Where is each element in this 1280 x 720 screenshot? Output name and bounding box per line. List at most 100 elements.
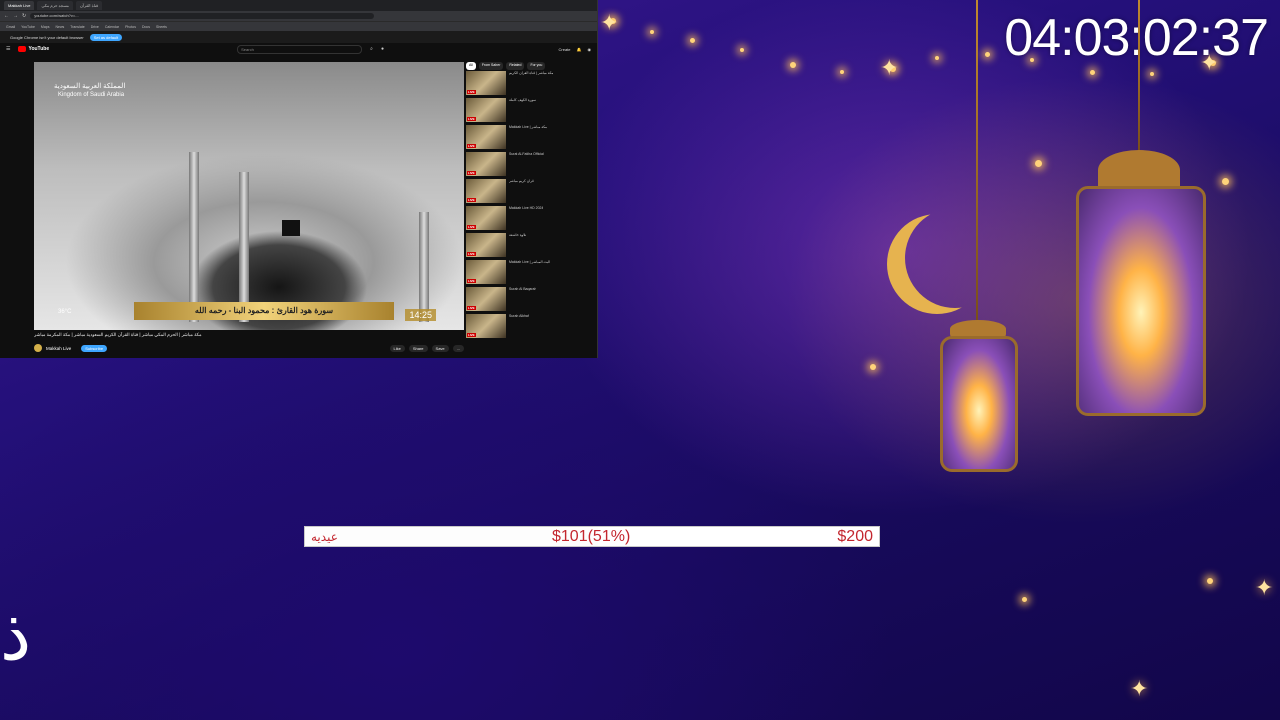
recitation-banner: سورة هود القارئ : محمود البنا - رحمه الل… (134, 302, 394, 320)
video-clock: 14:25 (405, 309, 436, 321)
bell-icon[interactable]: 🔔 (577, 47, 582, 52)
recommendation-item[interactable]: LIVE Makkah Live | مكة مباشر (466, 125, 594, 151)
channel-name[interactable]: Makkah Live (46, 346, 71, 351)
live-badge: LIVE (467, 333, 476, 337)
arabic-letter: ذ (0, 594, 32, 676)
search-icon[interactable]: ⌕ (370, 46, 373, 52)
browser-tab[interactable]: Makkah Live (4, 1, 35, 10)
tab-bar: Makkah Live مسجد حرم مكى قناة القرآن (0, 0, 597, 11)
video-thumbnail[interactable]: LIVE (466, 260, 506, 284)
recommendation-list: LIVE مكة مباشر | قناة القرآن الكريم LIVE سو… (466, 71, 594, 340)
subscribe-button[interactable]: Subscribe (81, 344, 108, 352)
recommendation-title: تلاوة خاشعة (509, 233, 527, 237)
video-thumbnail[interactable]: LIVE (466, 206, 506, 230)
chip[interactable]: All (466, 62, 476, 70)
bookmark[interactable]: Sheets (156, 25, 167, 29)
header-actions: Create 🔔 ◉ (559, 47, 592, 52)
url-input[interactable]: youtube.com/watch?v=... (30, 13, 375, 19)
recommendation-item[interactable]: LIVE Surat Al-Fatiha Official (466, 152, 594, 178)
back-icon[interactable]: ← (4, 13, 9, 19)
live-badge: LIVE (467, 252, 476, 256)
light-dot (1022, 597, 1027, 602)
recommendation-item[interactable]: LIVE Surah Alkhaf (466, 314, 594, 340)
donation-goal-bar: عيديه $101(51%) $200 (304, 526, 880, 547)
sparkle-icon: ✦ (1255, 575, 1274, 600)
video-thumbnail[interactable]: LIVE (466, 287, 506, 311)
save-button[interactable]: Save (431, 344, 449, 352)
recommendation-item[interactable]: LIVE Surah Al Baqarah (466, 287, 594, 313)
video-thumbnail[interactable]: LIVE (466, 233, 506, 257)
recommendation-item[interactable]: LIVE Makkah Live | البث المباشر (466, 260, 594, 286)
browser-window: Makkah Live مسجد حرم مكى قناة القرآن ← →… (0, 0, 598, 358)
live-badge: LIVE (467, 306, 476, 310)
bookmark[interactable]: Drive (91, 25, 99, 29)
bookmark[interactable]: News (55, 25, 64, 29)
live-badge: LIVE (467, 144, 476, 148)
more-button[interactable]: ... (452, 344, 464, 352)
video-thumbnail[interactable]: LIVE (466, 152, 506, 176)
light-dot (870, 364, 876, 370)
channel-avatar[interactable] (34, 344, 42, 352)
crescent-moon-icon (905, 208, 1005, 308)
chip[interactable]: Related (506, 62, 525, 70)
bookmark[interactable]: Docs (142, 25, 150, 29)
countdown-timer: 04:03:02:37 (1004, 9, 1269, 67)
mic-icon[interactable]: ● (381, 46, 384, 52)
video-thumbnail[interactable]: LIVE (466, 98, 506, 122)
set-default-button[interactable]: Set as default (89, 33, 123, 41)
youtube-header: ☰ YouTube Search ⌕ ● Create 🔔 ◉ (0, 43, 597, 55)
live-badge: LIVE (467, 279, 476, 283)
avatar[interactable]: ◉ (588, 47, 592, 52)
recommendation-item[interactable]: LIVE مكة مباشر | قناة القرآن الكريم (466, 71, 594, 97)
small-lantern-icon (940, 336, 1018, 472)
recommendation-title: مكة مباشر | قناة القرآن الكريم (509, 71, 554, 75)
lantern-cap (1098, 150, 1180, 190)
filter-chips: All From Saher Related For you (466, 62, 594, 70)
forward-icon[interactable]: → (13, 13, 18, 19)
recommendation-item[interactable]: LIVE Makkah Live HD 2024 (466, 206, 594, 232)
bookmark[interactable]: Translate (70, 25, 84, 29)
overlay-arabic: المملكة العربية السعودية (54, 83, 126, 90)
live-badge: LIVE (467, 225, 476, 229)
search-input[interactable]: Search (237, 44, 363, 54)
browser-tab[interactable]: قناة القرآن (75, 1, 103, 10)
reload-icon[interactable]: ↻ (22, 13, 26, 19)
recommendations-sidebar: All From Saher Related For you LIVE مكة م… (466, 62, 594, 358)
share-button[interactable]: Share (408, 344, 428, 352)
live-badge: LIVE (467, 171, 476, 175)
recommendation-item[interactable]: LIVE سورة الكهف كاملة (466, 98, 594, 124)
goal-current: $101(51%) (552, 527, 631, 545)
video-actions: Like Share Save ... (389, 344, 464, 352)
bookmark[interactable]: Photos (125, 25, 136, 29)
like-button[interactable]: Like (389, 344, 405, 352)
recommendation-title: سورة الكهف كاملة (509, 98, 537, 102)
recommendation-title: Makkah Live | مكة مباشر (509, 125, 548, 129)
recommendation-item[interactable]: LIVE قرآن كريم مباشر (466, 179, 594, 205)
bookmark[interactable]: Maps (41, 25, 50, 29)
bookmark[interactable]: Gmail (6, 25, 15, 29)
create-button[interactable]: Create (559, 47, 571, 52)
light-dot (1207, 578, 1213, 584)
browser-tab[interactable]: مسجد حرم مكى (37, 1, 73, 10)
live-badge: LIVE (467, 117, 476, 121)
minaret (419, 212, 429, 322)
sparkle-icon: ✦ (1130, 676, 1149, 701)
minaret (239, 172, 249, 322)
video-thumbnail[interactable]: LIVE (466, 125, 506, 149)
bookmark[interactable]: Calendar (105, 25, 119, 29)
recommendation-title: Surah Alkhaf (509, 314, 529, 318)
menu-icon[interactable]: ☰ (6, 46, 10, 52)
video-thumbnail[interactable]: LIVE (466, 314, 506, 338)
live-badge: LIVE (467, 90, 476, 94)
bookmarks-bar: Gmail YouTube Maps News Translate Drive … (0, 21, 597, 31)
recommendation-item[interactable]: LIVE تلاوة خاشعة (466, 233, 594, 259)
chip[interactable]: For you (527, 62, 546, 70)
bookmark[interactable]: YouTube (21, 25, 35, 29)
video-player[interactable]: المملكة العربية السعودية Kingdom of Saud… (34, 62, 464, 330)
lantern-chain (1138, 0, 1140, 150)
youtube-logo[interactable]: YouTube (18, 46, 49, 52)
chip[interactable]: From Saher (478, 62, 504, 70)
live-badge: LIVE (467, 198, 476, 202)
video-thumbnail[interactable]: LIVE (466, 71, 506, 95)
video-thumbnail[interactable]: LIVE (466, 179, 506, 203)
